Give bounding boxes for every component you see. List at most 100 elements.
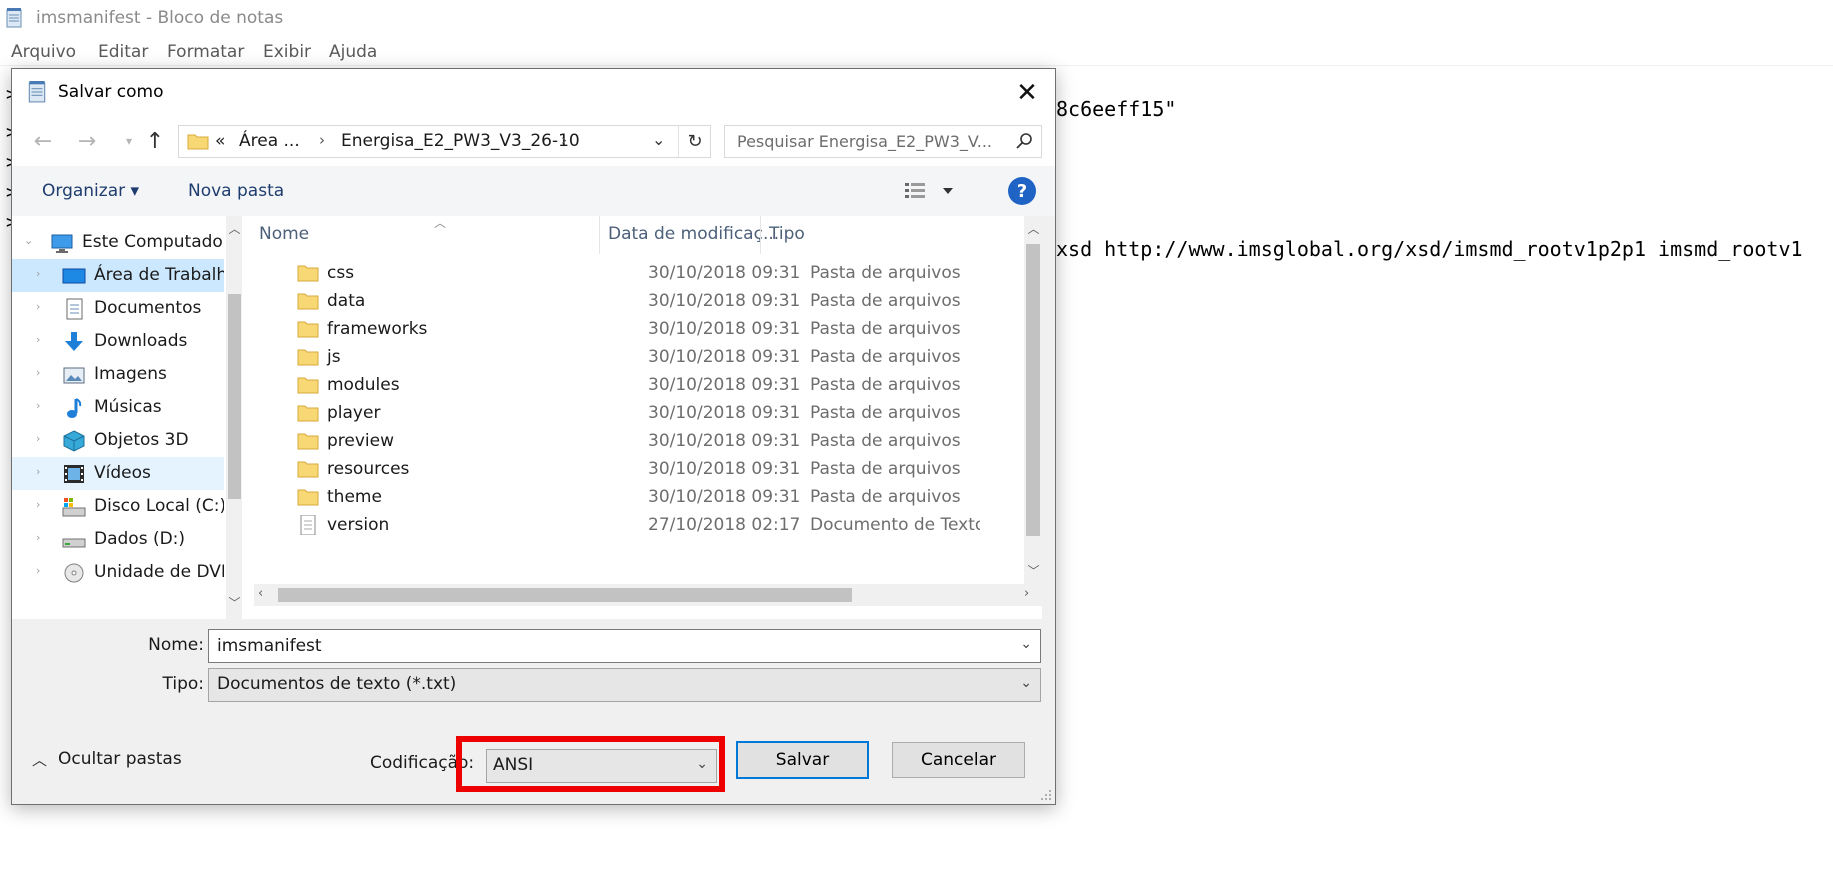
scroll-down-icon[interactable]: ﹀ (228, 594, 241, 611)
sort-ascending-icon: ︿ (434, 216, 447, 230)
file-type: Pasta de arquivos (810, 291, 961, 311)
scroll-right-icon[interactable]: › (1024, 586, 1029, 601)
scrollbar-thumb[interactable] (228, 294, 241, 499)
address-overflow[interactable]: « (215, 131, 225, 151)
file-list: ︿ Nome Data de modificaç... Tipo css 30/1… (254, 216, 1042, 619)
search-input[interactable] (725, 126, 1005, 157)
file-name: preview (327, 431, 395, 451)
chevron-right-icon[interactable]: › (36, 465, 40, 478)
chevron-right-icon[interactable]: › (319, 131, 325, 149)
scroll-down-icon[interactable]: ﹀ (1027, 562, 1040, 579)
file-date: 30/10/2018 09:31 (648, 487, 801, 507)
column-header-type[interactable]: Tipo (769, 224, 805, 244)
videos-icon (64, 465, 84, 483)
tree-item-objetos-3d[interactable]: › Objetos 3D (12, 424, 224, 457)
help-button[interactable]: ? (1008, 177, 1036, 205)
search-box[interactable] (724, 125, 1042, 158)
up-arrow-icon[interactable]: ↑ (142, 128, 168, 154)
search-icon[interactable] (1015, 132, 1033, 150)
column-divider[interactable] (599, 216, 600, 254)
folder-icon (297, 265, 319, 282)
file-type-select[interactable]: Documentos de texto (*.txt) ⌄ (208, 668, 1041, 702)
file-date: 30/10/2018 09:31 (648, 291, 801, 311)
chevron-down-icon[interactable]: ⌄ (652, 130, 665, 149)
menu-formatar[interactable]: Formatar (167, 42, 244, 62)
file-name-input[interactable] (209, 630, 999, 662)
chevron-down-icon[interactable]: ⌄ (1020, 636, 1032, 652)
address-bar[interactable]: « Área ... › Energisa_E2_PW3_V3_26-10 › … (178, 125, 711, 158)
folder-icon (297, 349, 319, 366)
chevron-right-icon[interactable]: › (36, 399, 40, 412)
chevron-right-icon[interactable]: › (36, 498, 40, 511)
tree-item-downloads[interactable]: › Downloads (12, 325, 224, 358)
chevron-down-icon[interactable]: ⌄ (1020, 675, 1032, 691)
notepad-icon (6, 8, 22, 28)
file-row[interactable]: version 27/10/2018 02:17 Documento de Text… (254, 510, 1042, 542)
tree-item-dados-d[interactable]: › Dados (D:) (12, 523, 224, 556)
file-list-vertical-scrollbar[interactable]: ︿ ﹀ (1024, 216, 1042, 584)
organize-button[interactable]: Organizar ▾ (42, 181, 139, 201)
music-icon (67, 398, 82, 418)
scrollbar-thumb[interactable] (1026, 244, 1040, 536)
scrollbar-thumb[interactable] (278, 588, 852, 602)
scroll-left-icon[interactable]: ‹ (258, 586, 263, 601)
tree-item-este-computador[interactable]: ⌄ Este Computador (12, 226, 224, 259)
view-options-icon[interactable] (903, 179, 963, 203)
column-divider[interactable] (760, 216, 761, 254)
refresh-icon[interactable]: ↻ (678, 126, 711, 157)
chevron-right-icon[interactable]: › (36, 366, 40, 379)
file-type-label: Tipo: (162, 674, 204, 694)
notepad-title: imsmanifest - Bloco de notas (36, 8, 284, 28)
menu-exibir[interactable]: Exibir (263, 42, 311, 62)
save-button[interactable]: Salvar (736, 741, 869, 779)
chevron-right-icon[interactable]: › (36, 564, 40, 577)
column-header-date[interactable]: Data de modificaç... (608, 224, 779, 244)
menu-arquivo[interactable]: Arquivo (11, 42, 76, 62)
folder-icon (187, 134, 209, 150)
new-folder-button[interactable]: Nova pasta (188, 181, 284, 201)
back-arrow-icon[interactable]: ← (30, 128, 56, 154)
menu-ajuda[interactable]: Ajuda (329, 42, 377, 62)
file-name-combobox[interactable]: ⌄ (208, 629, 1041, 663)
tree-item-musicas[interactable]: › Músicas (12, 391, 224, 424)
pictures-icon (63, 367, 85, 384)
documents-icon (66, 298, 83, 320)
tree-item-unidade-dvd[interactable]: › Unidade de DVD (12, 556, 224, 589)
file-name: frameworks (327, 319, 428, 339)
chevron-down-icon[interactable]: ⌄ (24, 234, 33, 247)
tree-item-area-de-trabalho[interactable]: › Área de Trabalho (12, 259, 224, 292)
tree-item-imagens[interactable]: › Imagens (12, 358, 224, 391)
scroll-up-icon[interactable]: ︿ (228, 220, 241, 237)
objects-3d-icon (63, 430, 85, 452)
file-date: 30/10/2018 09:31 (648, 431, 801, 451)
menu-editar[interactable]: Editar (98, 42, 148, 62)
scroll-up-icon[interactable]: ︿ (1027, 220, 1040, 237)
file-type: Pasta de arquivos (810, 431, 961, 451)
chevron-right-icon[interactable]: › (36, 267, 40, 280)
file-date: 30/10/2018 09:31 (648, 347, 801, 367)
tree-item-videos[interactable]: › Vídeos (12, 457, 224, 490)
chevron-right-icon[interactable]: › (36, 432, 40, 445)
chevron-right-icon[interactable]: › (36, 333, 40, 346)
dialog-title: Salvar como (58, 82, 164, 102)
address-segment-area[interactable]: Área ... (239, 131, 300, 151)
tree-item-disco-local-c[interactable]: › Disco Local (C:) (12, 490, 224, 523)
chevron-right-icon[interactable]: › (36, 300, 40, 313)
dialog-titlebar[interactable]: Salvar como ✕ (12, 69, 1055, 116)
column-header-name[interactable]: Nome (259, 224, 309, 244)
navigation-scrollbar[interactable]: ︿ ﹀ (226, 216, 242, 619)
file-list-horizontal-scrollbar[interactable]: ‹ › (254, 584, 1042, 606)
file-name: js (327, 347, 341, 367)
close-button[interactable]: ✕ (999, 69, 1055, 116)
tree-item-documentos[interactable]: › Documentos (12, 292, 224, 325)
cancel-button[interactable]: Cancelar (892, 742, 1025, 778)
address-segment-folder[interactable]: Energisa_E2_PW3_V3_26-10 (341, 131, 580, 151)
save-as-dialog: Salvar como ✕ ← → ▾ ↑ « Área ... › Energ… (11, 68, 1056, 805)
chevron-right-icon[interactable]: › (561, 131, 567, 149)
resize-grip-icon[interactable] (1038, 787, 1052, 801)
file-name: player (327, 403, 381, 423)
chevron-right-icon[interactable]: › (36, 531, 40, 544)
recent-locations-chevron-icon[interactable]: ▾ (116, 128, 142, 154)
forward-arrow-icon[interactable]: → (74, 128, 100, 154)
notepad-menubar: Arquivo Editar Formatar Exibir Ajuda (0, 36, 1833, 66)
